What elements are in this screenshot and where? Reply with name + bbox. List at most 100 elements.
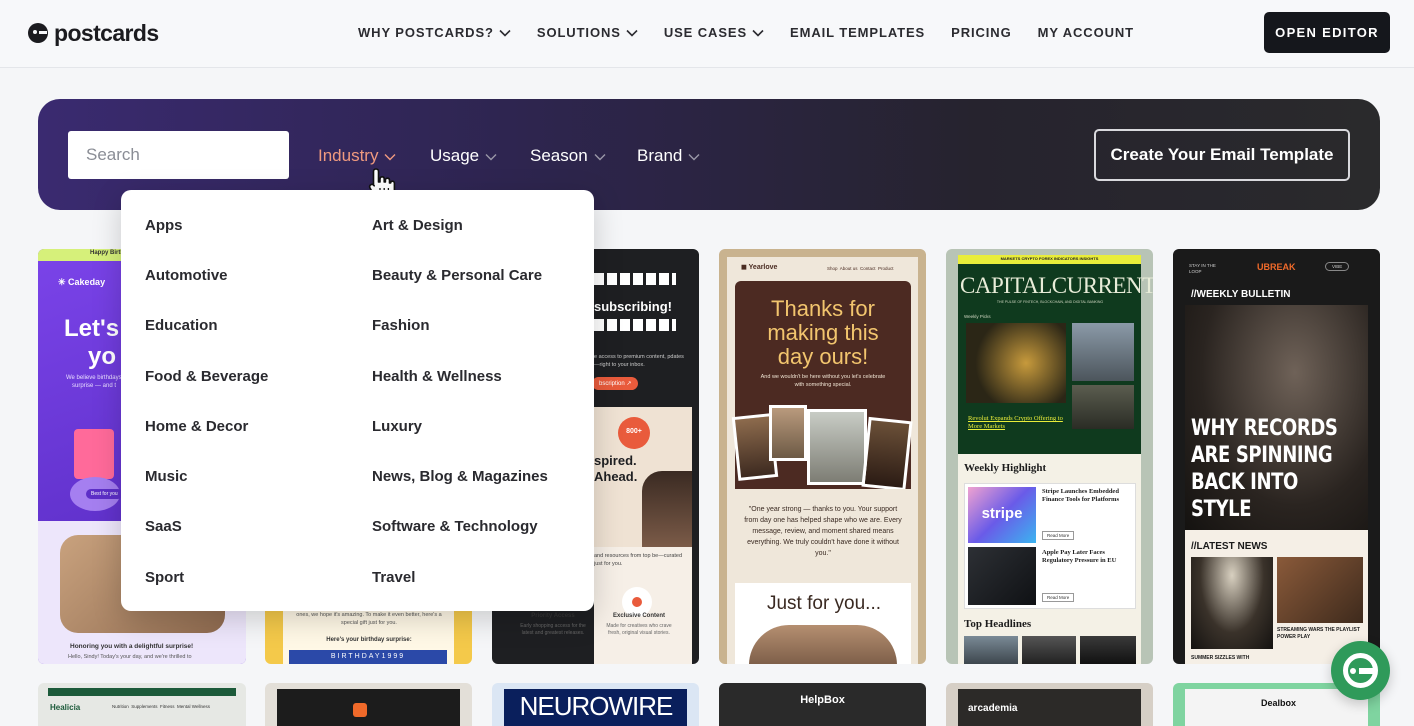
industry-option[interactable]: Home & Decor [145, 418, 248, 435]
news-title: SUMMER SIZZLES WITH [1191, 655, 1250, 661]
postcards-logo-icon [28, 23, 48, 43]
news-photo-1 [1191, 557, 1273, 649]
card-brand: arcademia [968, 703, 1018, 714]
section-title: //WEEKLY BULLETIN [1191, 289, 1291, 300]
card-body: ones, we hope it's amazing. To make it e… [296, 612, 442, 626]
nav-label: PRICING [951, 25, 1012, 40]
nav-solutions[interactable]: SOLUTIONS [537, 25, 638, 40]
usage-filter[interactable]: Usage [430, 146, 497, 166]
logo-text: postcards [54, 19, 159, 46]
feature-body: Early shopping access for the latest and… [520, 623, 586, 636]
top-strip-text: MARKETS CRYPTO FOREX INDICATORS INSIGHTS [1000, 256, 1099, 261]
photo-small-2 [1072, 385, 1134, 429]
chevron-down-icon [752, 29, 764, 37]
pattern-bar [594, 319, 676, 331]
news-photo-2 [1277, 557, 1363, 623]
industry-option[interactable]: Beauty & Personal Care [372, 267, 542, 284]
template-card-arcademia[interactable]: arcademia [946, 683, 1153, 726]
create-email-template-button[interactable]: Create Your Email Template [1094, 129, 1350, 181]
nav-label: USE CASES [663, 25, 748, 40]
nav-label: EMAIL TEMPLATES [790, 25, 926, 40]
card-headline: Let's [64, 315, 120, 342]
template-card-capital-current[interactable]: MARKETS CRYPTO FOREX INDICATORS INSIGHTS… [946, 249, 1153, 664]
card-title: CAPITALCURRENT [960, 273, 1153, 298]
card-sub: e access to premium content, pdates—righ… [594, 354, 684, 368]
open-editor-button[interactable]: OPEN EDITOR [1264, 12, 1390, 53]
headline-photo-2 [1022, 636, 1076, 664]
brand-icon [353, 703, 367, 717]
chevron-down-icon [626, 29, 638, 37]
industry-option[interactable]: Music [145, 468, 188, 485]
apple-pay-image [968, 547, 1036, 605]
feature-title: Priority Access [531, 613, 575, 619]
email-nav: Shop About us Contact Product [827, 266, 894, 271]
chevron-down-icon [384, 154, 396, 161]
industry-option[interactable]: Luxury [372, 418, 422, 435]
section-title: //LATEST NEWS [1191, 541, 1268, 552]
season-filter[interactable]: Season [530, 146, 606, 166]
card-sub: And we wouldn't be here without you let'… [760, 374, 886, 388]
industry-option[interactable]: Education [145, 317, 218, 334]
chevron-down-icon [499, 29, 511, 37]
stripe-logo-text: stripe [981, 505, 1023, 522]
nav-pricing[interactable]: PRICING [951, 25, 1011, 40]
card-sub: surprise — and t [72, 383, 117, 389]
subscribe-button[interactable]: bscription ↗ [592, 377, 639, 390]
read-more-button[interactable]: Read More [1042, 593, 1075, 602]
chat-widget-button[interactable] [1331, 641, 1390, 700]
card-caption: Honoring you with a delightful surprise! [70, 643, 194, 650]
nav-why-postcards[interactable]: WHY POSTCARDS? [358, 25, 511, 40]
card-brand: ◼ Yearlove [741, 264, 778, 271]
brand-filter[interactable]: Brand [637, 146, 700, 166]
nav-my-account[interactable]: MY ACCOUNT [1038, 25, 1134, 40]
search-input[interactable] [68, 131, 289, 179]
stay-label: STAY IN THE LOOP [1189, 263, 1216, 274]
template-card-weekly-bulletin[interactable]: STAY IN THE LOOP UBREAK VIBE //WEEKLY BU… [1173, 249, 1380, 664]
gift-box-image [74, 429, 114, 479]
news-title: STREAMING WARS THE PLAYLIST POWER PLAY [1277, 627, 1360, 640]
industry-option[interactable]: Fashion [372, 317, 430, 334]
industry-option[interactable]: Art & Design [372, 217, 463, 234]
nav-use-cases[interactable]: USE CASES [664, 25, 764, 40]
industry-option[interactable]: Food & Beverage [145, 368, 268, 385]
industry-dropdown-menu: Apps Automotive Education Food & Beverag… [121, 190, 594, 611]
chevron-down-icon [594, 154, 606, 161]
brand-name: Cakeday [68, 277, 106, 287]
filter-label: Season [530, 146, 588, 165]
couple-photo [749, 625, 897, 664]
feature-body: Made for creatives who crave fresh, orig… [606, 623, 672, 636]
card-headline: Thanks for making this day ours! [767, 296, 879, 369]
nav-label: SOLUTIONS [536, 25, 621, 40]
industry-option[interactable]: Travel [372, 569, 415, 586]
industry-option[interactable]: Sport [145, 569, 184, 586]
brand-name: Yearlove [748, 264, 778, 271]
industry-option[interactable]: Automotive [145, 267, 228, 284]
card-headline: WHY RECORDS ARE SPINNING BACK INTO STYLE [1191, 416, 1338, 522]
template-card-healicia[interactable]: Healicia Nutrition Supplements Fitness M… [38, 683, 246, 726]
card-brand: Healicia [50, 703, 81, 712]
nav-email-templates[interactable]: EMAIL TEMPLATES [790, 25, 925, 40]
photo-3 [807, 409, 867, 485]
postcards-logo[interactable]: postcards [28, 18, 159, 48]
template-card-row2-2[interactable] [265, 683, 472, 726]
industry-option[interactable]: News, Blog & Magazines [372, 468, 548, 485]
card-sub: We believe birthdays [66, 375, 122, 381]
coupon-code-box: BIRTHDAY1999 [289, 650, 447, 664]
industry-option[interactable]: Apps [145, 217, 183, 234]
coupon-code: BIRTHDAY1999 [330, 653, 406, 660]
industry-filter[interactable]: Industry [318, 146, 396, 166]
headline-photo-1 [964, 636, 1018, 664]
chevron-down-icon [688, 154, 700, 161]
template-card-neurowire[interactable]: NEUROWIRE [492, 683, 699, 726]
industry-option[interactable]: Health & Wellness [372, 368, 502, 385]
card-headline: Ahead. [594, 469, 638, 484]
read-more-button[interactable]: Read More [1042, 531, 1075, 540]
template-card-helpbox[interactable]: HelpBox [719, 683, 926, 726]
photo-small-1 [1072, 323, 1134, 381]
card-brand: Dealbox [1261, 698, 1297, 708]
story-link[interactable]: Revolut Expands Crypto Offering to More … [968, 415, 1068, 431]
template-card-yearlove[interactable]: ◼ Yearlove Shop About us Contact Product… [719, 249, 926, 664]
industry-option[interactable]: Software & Technology [372, 518, 538, 535]
industry-option[interactable]: SaaS [145, 518, 182, 535]
section-label: Weekly Picks [964, 314, 991, 319]
